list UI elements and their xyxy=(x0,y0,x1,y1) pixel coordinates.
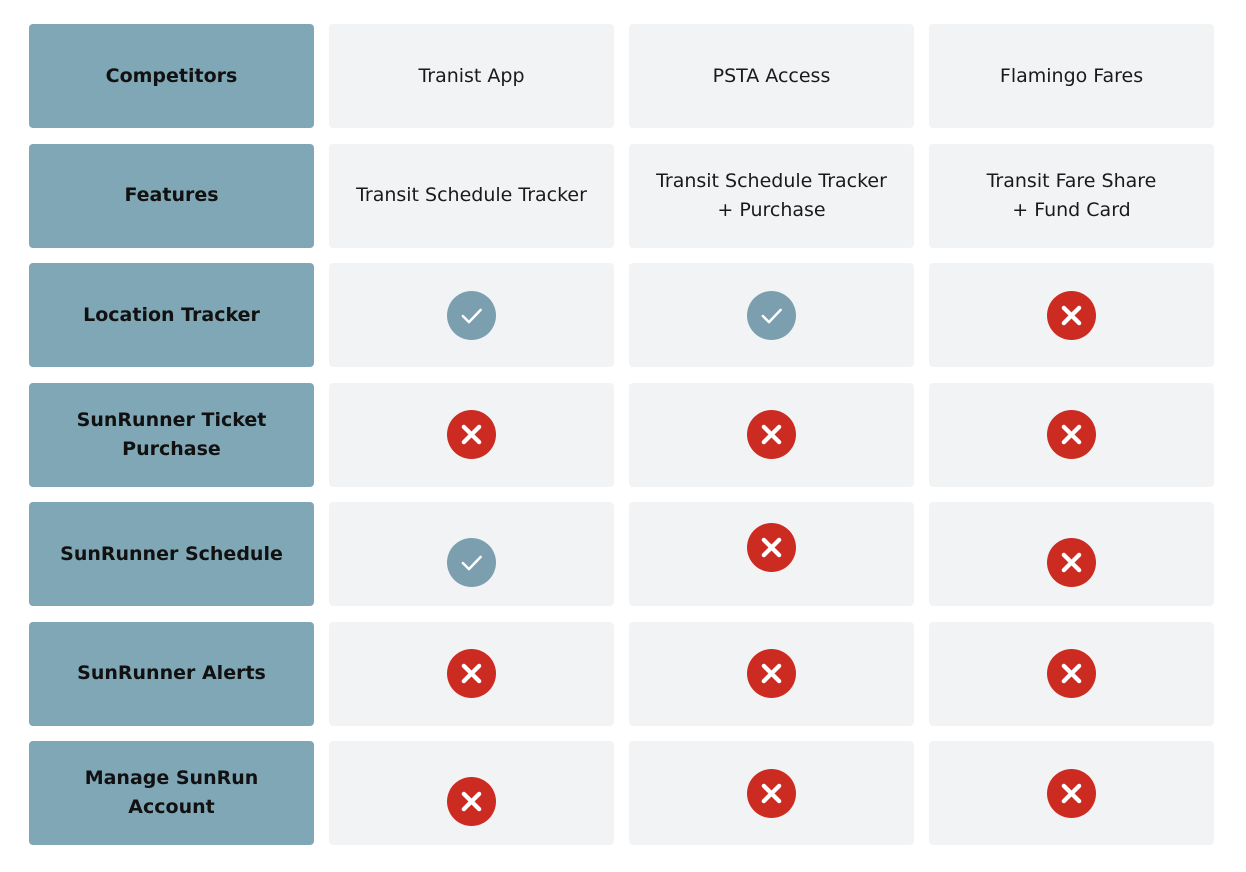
row-label: SunRunner Schedule xyxy=(60,542,283,565)
row-label: Manage SunRun Account xyxy=(84,767,259,818)
x-circle-icon xyxy=(747,649,796,698)
competitor-label: PSTA Access xyxy=(712,64,831,87)
status-cell xyxy=(329,621,614,726)
row-label: Competitors xyxy=(105,64,238,87)
competitor-name: Tranist App xyxy=(329,24,614,128)
row-label: SunRunner Ticket Purchase xyxy=(76,408,267,460)
feature-description: Transit Schedule Tracker + Purchase xyxy=(629,143,914,248)
status-cell xyxy=(329,263,614,367)
feature-description: Transit Fare Share + Fund Card xyxy=(929,143,1214,248)
status-cell xyxy=(629,621,914,726)
status-cell xyxy=(929,502,1214,606)
x-circle-icon xyxy=(447,649,496,698)
row-header-features: Features xyxy=(29,143,314,248)
competitor-name: Flamingo Fares xyxy=(929,24,1214,128)
status-cell xyxy=(329,382,614,487)
x-circle-icon xyxy=(447,776,496,826)
row-header-feature: SunRunner Alerts xyxy=(29,621,314,726)
x-circle-icon xyxy=(1047,768,1096,818)
x-circle-icon xyxy=(747,768,796,818)
x-circle-icon xyxy=(747,522,796,572)
row-header-feature: SunRunner Ticket Purchase xyxy=(29,382,314,487)
x-circle-icon xyxy=(1047,290,1096,340)
competitor-label: Flamingo Fares xyxy=(999,64,1144,87)
check-circle-icon xyxy=(747,290,796,340)
row-label: Features xyxy=(124,184,219,206)
x-circle-icon xyxy=(1047,649,1096,698)
status-cell xyxy=(329,741,614,845)
row-header-feature: SunRunner Schedule xyxy=(29,502,314,606)
feature-text: Transit Schedule Tracker + Purchase xyxy=(656,169,887,221)
row-header-competitors: Competitors xyxy=(29,24,314,128)
status-cell xyxy=(629,502,914,606)
feature-text: Transit Schedule Tracker xyxy=(356,184,587,206)
status-cell xyxy=(929,263,1214,367)
status-cell xyxy=(929,621,1214,726)
x-circle-icon xyxy=(447,410,496,459)
status-cell xyxy=(329,502,614,606)
x-circle-icon xyxy=(1047,537,1096,587)
status-cell xyxy=(629,382,914,487)
x-circle-icon xyxy=(747,410,796,459)
row-label: Location Tracker xyxy=(83,303,260,326)
row-header-feature: Manage SunRun Account xyxy=(29,741,314,845)
status-cell xyxy=(929,741,1214,845)
check-circle-icon xyxy=(447,537,496,587)
feature-text: Transit Fare Share + Fund Card xyxy=(986,169,1157,221)
feature-description: Transit Schedule Tracker xyxy=(329,143,614,248)
check-circle-icon xyxy=(447,290,496,340)
competitor-name: PSTA Access xyxy=(629,24,914,128)
status-cell xyxy=(629,263,914,367)
row-label: SunRunner Alerts xyxy=(77,662,266,684)
competitor-label: Tranist App xyxy=(418,64,525,87)
row-header-feature: Location Tracker xyxy=(29,263,314,367)
status-cell xyxy=(929,382,1214,487)
comparison-table: Competitors Tranist App PSTA Access Flam… xyxy=(29,24,1214,845)
status-cell xyxy=(629,741,914,845)
x-circle-icon xyxy=(1047,410,1096,459)
